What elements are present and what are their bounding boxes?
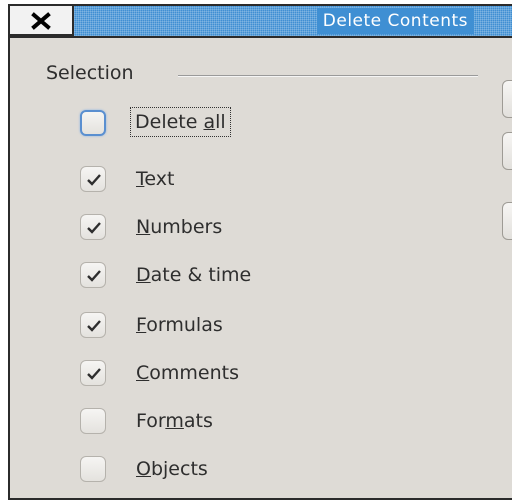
formats-checkbox[interactable] (80, 408, 106, 434)
window-title: Delete Contents (316, 8, 474, 34)
objects-label[interactable]: Objects (136, 456, 208, 482)
comments-checkbox[interactable] (80, 360, 106, 386)
formulas-checkbox[interactable] (80, 312, 106, 338)
close-button[interactable] (10, 6, 74, 36)
delete-all-checkbox[interactable] (80, 110, 106, 136)
checkmark-icon (87, 368, 101, 380)
selection-separator (178, 75, 478, 76)
date-time-label[interactable]: Date & time (136, 262, 251, 288)
checkmark-icon (87, 270, 101, 282)
checkmark-icon (87, 174, 101, 186)
ok-button[interactable] (502, 80, 512, 118)
cancel-button[interactable] (502, 132, 512, 170)
delete-contents-dialog: Delete Contents Selection Delete all Tex… (8, 4, 512, 500)
help-button[interactable] (502, 202, 512, 240)
checkmark-icon (87, 320, 101, 332)
date-time-checkbox[interactable] (80, 262, 106, 288)
text-checkbox[interactable] (80, 166, 106, 192)
text-label[interactable]: Text (136, 166, 174, 192)
numbers-checkbox[interactable] (80, 214, 106, 240)
checkmark-icon (87, 222, 101, 234)
formulas-label[interactable]: Formulas (136, 312, 223, 338)
comments-label[interactable]: Comments (136, 360, 239, 386)
numbers-label[interactable]: Numbers (136, 214, 222, 240)
formats-label[interactable]: Formats (136, 408, 213, 434)
delete-all-label[interactable]: Delete all (130, 107, 231, 137)
title-bar[interactable]: Delete Contents (10, 6, 512, 38)
close-icon (31, 12, 51, 30)
selection-heading: Selection (46, 62, 134, 84)
objects-checkbox[interactable] (80, 456, 106, 482)
